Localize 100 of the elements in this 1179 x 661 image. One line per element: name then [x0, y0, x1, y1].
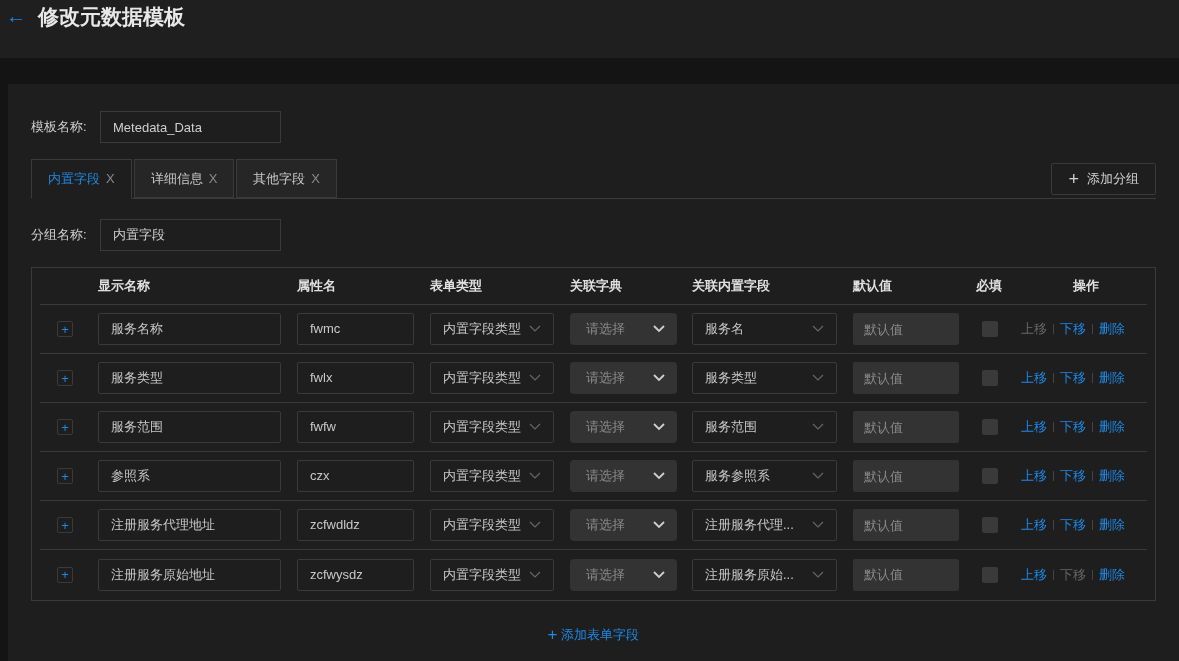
action-link[interactable]: 删除 [1099, 368, 1125, 388]
group-name-input[interactable]: 内置字段 [100, 219, 281, 251]
action-link[interactable]: 删除 [1099, 417, 1125, 437]
required-checkbox[interactable] [982, 468, 998, 484]
default-value-input[interactable]: 默认值 [853, 558, 959, 591]
action-link: 下移 [1060, 564, 1086, 585]
default-value-input[interactable]: 默认值 [853, 313, 959, 345]
action-link[interactable]: 下移 [1060, 466, 1086, 486]
tab-label: 详细信息 [150, 169, 203, 188]
expand-button[interactable]: + [57, 419, 73, 435]
chevron-down-icon [812, 472, 824, 480]
display-name-input[interactable]: 服务类型 [98, 362, 281, 394]
display-name-input[interactable]: 注册服务代理地址 [98, 509, 281, 541]
expand-button[interactable]: + [57, 517, 73, 533]
action-link[interactable]: 删除 [1099, 564, 1125, 585]
field-label: 模板名称: [31, 118, 88, 137]
tab[interactable]: 详细信息 X [133, 159, 235, 198]
page-title: 修改元数据模板 [38, 4, 185, 30]
attribute-input[interactable]: fwfw [297, 411, 414, 443]
chevron-down-icon [653, 423, 665, 431]
dictionary-select: 请选择 [570, 558, 677, 591]
chevron-down-icon [812, 570, 824, 579]
plus-icon: + [1068, 170, 1079, 188]
column-header: 显示名称 [98, 277, 151, 296]
action-link[interactable]: 删除 [1099, 466, 1125, 486]
action-link[interactable]: 上移 [1021, 368, 1047, 388]
action-link[interactable]: 下移 [1060, 417, 1086, 437]
builtin-field-select[interactable]: 服务名 [692, 313, 837, 345]
expand-button[interactable]: + [57, 468, 73, 484]
column-header: 必填 [976, 277, 1003, 296]
form-type-select[interactable]: 内置字段类型 [430, 460, 554, 492]
chevron-down-icon [653, 521, 665, 529]
back-arrow-icon[interactable]: ← [6, 4, 26, 28]
action-link[interactable]: 上移 [1021, 417, 1047, 437]
tab[interactable]: 内置字段 X [31, 159, 132, 199]
expand-button[interactable]: + [57, 321, 73, 337]
tab[interactable]: 其他字段 X [236, 159, 337, 198]
form-type-select[interactable]: 内置字段类型 [430, 558, 554, 591]
display-name-input[interactable]: 服务名称 [98, 313, 281, 345]
action-link[interactable]: 下移 [1060, 319, 1086, 339]
default-value-input[interactable]: 默认值 [853, 509, 959, 541]
dictionary-select: 请选择 [570, 411, 677, 443]
chevron-down-icon [529, 374, 541, 382]
column-header: 关联字典 [570, 277, 623, 296]
dictionary-select: 请选择 [570, 313, 677, 345]
chevron-down-icon [529, 472, 541, 480]
form-type-select[interactable]: 内置字段类型 [430, 313, 554, 345]
column-header: 操作 [1071, 277, 1100, 296]
required-checkbox[interactable] [982, 517, 998, 533]
column-header: 属性名 [297, 277, 337, 296]
tab-label: 其他字段 [253, 169, 306, 188]
default-value-input[interactable]: 默认值 [853, 411, 959, 443]
form-type-select[interactable]: 内置字段类型 [430, 362, 554, 394]
close-icon[interactable]: X [208, 168, 218, 189]
action-link[interactable]: 下移 [1060, 515, 1086, 535]
chevron-down-icon [529, 325, 541, 333]
form-type-select[interactable]: 内置字段类型 [430, 411, 554, 443]
builtin-field-select[interactable]: 注册服务代理... [692, 509, 837, 541]
attribute-input[interactable]: zcfwysdz [297, 558, 414, 591]
expand-button[interactable]: + [57, 566, 73, 583]
builtin-field-select[interactable]: 服务范围 [692, 411, 837, 443]
action-link[interactable]: 删除 [1099, 319, 1125, 339]
chevron-down-icon [653, 374, 665, 382]
chevron-down-icon [812, 423, 824, 431]
display-name-input[interactable]: 参照系 [98, 460, 281, 492]
action-link[interactable]: 上移 [1021, 564, 1047, 585]
add-field-button[interactable]: + 添加表单字段 [547, 625, 640, 645]
attribute-input[interactable]: zcfwdldz [297, 509, 414, 541]
builtin-field-select[interactable]: 服务类型 [692, 362, 837, 394]
builtin-field-select[interactable]: 服务参照系 [692, 460, 837, 492]
attribute-input[interactable]: fwmc [297, 313, 414, 345]
display-name-input[interactable]: 服务范围 [98, 411, 281, 443]
builtin-field-select[interactable]: 注册服务原始... [692, 558, 837, 591]
action-link[interactable]: 上移 [1021, 466, 1047, 486]
field-label: 分组名称: [31, 226, 88, 245]
default-value-input[interactable]: 默认值 [853, 362, 959, 394]
close-icon[interactable]: X [106, 169, 115, 189]
chevron-down-icon [529, 423, 541, 431]
action-link[interactable]: 删除 [1099, 515, 1125, 535]
required-checkbox[interactable] [982, 419, 998, 435]
display-name-input[interactable]: 注册服务原始地址 [98, 558, 281, 591]
default-value-input[interactable]: 默认值 [853, 460, 959, 492]
required-checkbox[interactable] [982, 566, 998, 583]
close-icon[interactable]: X [311, 168, 320, 189]
chevron-down-icon [812, 325, 824, 333]
expand-button[interactable]: + [57, 370, 73, 386]
required-checkbox[interactable] [982, 321, 998, 337]
dictionary-select: 请选择 [570, 460, 677, 492]
chevron-down-icon [529, 570, 541, 579]
chevron-down-icon [653, 472, 665, 480]
add-group-button[interactable]: + 添加分组 [1051, 163, 1156, 195]
template-name-input[interactable]: Metedata_Data [100, 111, 281, 143]
form-type-select[interactable]: 内置字段类型 [430, 509, 554, 541]
plus-icon: + [547, 626, 558, 643]
attribute-input[interactable]: czx [297, 460, 414, 492]
required-checkbox[interactable] [982, 370, 998, 386]
column-header: 关联内置字段 [692, 277, 771, 296]
attribute-input[interactable]: fwlx [297, 362, 414, 394]
action-link[interactable]: 下移 [1060, 368, 1086, 388]
action-link[interactable]: 上移 [1021, 515, 1047, 535]
